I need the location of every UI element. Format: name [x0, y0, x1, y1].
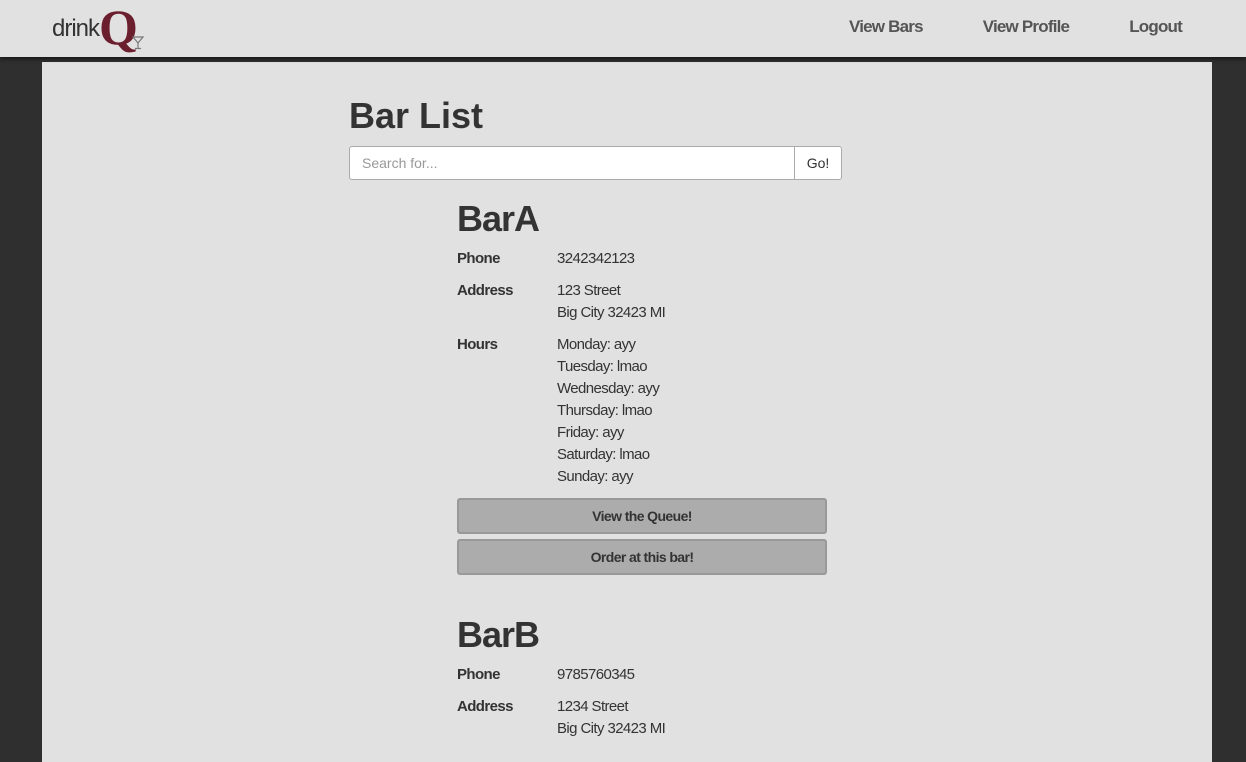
- phone-value: 3242342123: [557, 250, 635, 267]
- page-container: Bar List Go! BarA Phone 3242342123 Addre…: [42, 62, 1212, 762]
- hours-saturday: Saturday: lmao: [557, 446, 650, 463]
- bar-card-a: BarA Phone 3242342123 Address 123 Street…: [457, 199, 827, 575]
- navbar: drink Q View Bars View Profile Logout: [0, 0, 1246, 57]
- address-label: Address: [457, 282, 513, 299]
- address-line-1: 1234 Street: [557, 698, 629, 715]
- logo[interactable]: drink Q: [52, 2, 144, 52]
- cocktail-glass-icon: [131, 36, 144, 50]
- view-queue-button[interactable]: View the Queue!: [457, 498, 827, 534]
- hours-tuesday: Tuesday: lmao: [557, 358, 648, 375]
- hours-row: Hours Monday: ayy Tuesday: lmao Wednesda…: [457, 334, 827, 488]
- nav-view-profile[interactable]: View Profile: [983, 17, 1070, 37]
- bar-card-b: BarB Phone 9785760345 Address 1234 Stree…: [457, 615, 827, 740]
- nav-links: View Bars View Profile Logout: [789, 0, 1183, 54]
- search-group: Go!: [349, 146, 842, 180]
- page-title: Bar List: [349, 95, 484, 136]
- nav-view-bars[interactable]: View Bars: [849, 17, 924, 37]
- hours-friday: Friday: ayy: [557, 424, 624, 441]
- bar-name: BarA: [457, 198, 540, 239]
- address-line-2: Big City 32423 MI: [557, 720, 666, 737]
- address-row: Address 1234 Street Big City 32423 MI: [457, 696, 827, 740]
- phone-label: Phone: [457, 250, 500, 267]
- search-input[interactable]: [349, 146, 794, 180]
- address-line-1: 123 Street: [557, 282, 621, 299]
- hours-label: Hours: [457, 336, 498, 353]
- address-row: Address 123 Street Big City 32423 MI: [457, 280, 827, 324]
- address-line-2: Big City 32423 MI: [557, 304, 666, 321]
- phone-row: Phone 9785760345: [457, 664, 827, 686]
- phone-row: Phone 3242342123: [457, 248, 827, 270]
- address-label: Address: [457, 698, 513, 715]
- search-go-button[interactable]: Go!: [794, 146, 842, 180]
- hours-wednesday: Wednesday: ayy: [557, 380, 660, 397]
- phone-value: 9785760345: [557, 666, 635, 683]
- hours-sunday: Sunday: ayy: [557, 468, 634, 485]
- bar-name: BarB: [457, 614, 540, 655]
- phone-label: Phone: [457, 666, 500, 683]
- nav-logout[interactable]: Logout: [1129, 17, 1183, 37]
- order-at-bar-button[interactable]: Order at this bar!: [457, 539, 827, 575]
- logo-q: Q: [99, 2, 144, 52]
- hours-thursday: Thursday: lmao: [557, 402, 653, 419]
- hours-monday: Monday: ayy: [557, 336, 636, 353]
- logo-text: drink: [52, 15, 100, 42]
